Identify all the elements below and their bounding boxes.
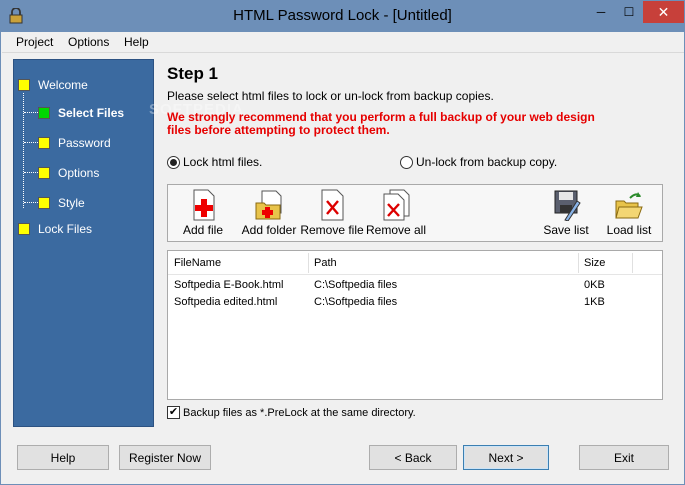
tree-connector — [23, 93, 24, 208]
step-marker-icon — [18, 79, 30, 91]
menu-options[interactable]: Options — [68, 35, 109, 49]
sidebar-item-label: Select Files — [58, 106, 125, 120]
title-bar[interactable]: HTML Password Lock - [Untitled] ─ ☐ ✕ — [1, 1, 684, 32]
radio-selected-icon[interactable] — [167, 155, 180, 169]
warning-line: files before attempting to protect them. — [167, 123, 390, 137]
column-header-path[interactable]: Path — [314, 257, 337, 269]
cell-size: 1KB — [584, 296, 605, 308]
table-row[interactable]: Softpedia E-Book.html C:\Softpedia files… — [168, 278, 662, 294]
add-file-icon — [193, 189, 215, 221]
sidebar-item-label: Options — [58, 166, 100, 180]
maximize-button[interactable]: ☐ — [615, 1, 643, 23]
step-marker-icon — [38, 137, 50, 149]
sidebar-item-password[interactable]: Password — [38, 134, 111, 152]
tree-connector — [24, 112, 38, 113]
sidebar-item-select-files[interactable]: Select Files — [38, 104, 124, 122]
sidebar-item-label: Password — [58, 136, 111, 150]
sidebar-item-style[interactable]: Style — [38, 194, 85, 212]
page-title: Step 1 — [167, 64, 219, 83]
remove-all-icon — [383, 189, 410, 221]
open-folder-icon — [615, 192, 643, 219]
register-now-button[interactable]: Register Now — [119, 445, 211, 470]
backup-warning: We strongly recommend that you perform a… — [167, 111, 685, 137]
file-toolbar: Add file Add folder Remove file Remove a… — [167, 184, 663, 242]
next-button[interactable]: Next > — [463, 445, 549, 470]
backup-option[interactable]: ✔ Backup files as *.PreLock at the same … — [167, 406, 416, 419]
step-marker-icon — [18, 223, 30, 235]
load-list-label: Load list — [606, 223, 652, 237]
softpedia-watermark: SOFTPEDIA — [149, 101, 244, 118]
backup-checkbox[interactable]: ✔ — [167, 406, 180, 419]
save-list-icon — [554, 190, 581, 221]
lock-radio[interactable]: Lock html files. — [167, 155, 262, 169]
column-header-filename[interactable]: FileName — [174, 257, 221, 269]
cell-filename: Softpedia E-Book.html — [174, 279, 284, 291]
menu-project[interactable]: Project — [16, 35, 53, 49]
tree-connector — [24, 172, 38, 173]
remove-file-button[interactable]: Remove file — [300, 189, 364, 239]
step-marker-active-icon — [38, 107, 50, 119]
exit-button[interactable]: Exit — [579, 445, 669, 470]
column-divider[interactable] — [308, 253, 309, 273]
column-divider[interactable] — [632, 253, 633, 273]
tree-connector — [24, 202, 38, 203]
tree-connector — [24, 142, 38, 143]
remove-file-icon — [321, 189, 344, 221]
close-button[interactable]: ✕ — [643, 1, 684, 23]
minimize-button[interactable]: ─ — [587, 1, 615, 23]
add-folder-button[interactable]: Add folder — [236, 189, 302, 239]
remove-file-label: Remove file — [300, 223, 364, 237]
load-list-button[interactable]: Load list — [602, 189, 656, 239]
sidebar-item-welcome[interactable]: Welcome — [18, 76, 88, 94]
step-marker-icon — [38, 167, 50, 179]
cell-filename: Softpedia edited.html — [174, 296, 278, 308]
sidebar-item-lock-files[interactable]: Lock Files — [18, 220, 92, 238]
column-divider[interactable] — [578, 253, 579, 273]
file-table[interactable]: FileName Path Size Softpedia E-Book.html… — [167, 250, 663, 400]
add-file-label: Add file — [182, 223, 224, 237]
unlock-radio[interactable]: Un-lock from backup copy. — [400, 155, 557, 169]
sidebar-item-label: Lock Files — [38, 222, 93, 236]
column-header-size[interactable]: Size — [584, 257, 605, 269]
sidebar-item-label: Style — [58, 196, 85, 210]
cell-size: 0KB — [584, 279, 605, 291]
back-button[interactable]: < Back — [369, 445, 457, 470]
add-folder-label: Add folder — [241, 223, 297, 237]
sidebar-item-label: Welcome — [38, 78, 88, 92]
remove-all-label: Remove all — [365, 223, 427, 237]
app-window: HTML Password Lock - [Untitled] ─ ☐ ✕ Pr… — [0, 0, 685, 485]
save-list-label: Save list — [543, 223, 589, 237]
lock-radio-label: Lock html files. — [183, 155, 263, 169]
table-header: FileName Path Size — [168, 251, 662, 275]
window-title: HTML Password Lock - [Untitled] — [233, 7, 452, 24]
table-row[interactable]: Softpedia edited.html C:\Softpedia files… — [168, 295, 662, 311]
help-button[interactable]: Help — [17, 445, 109, 470]
menu-bar: Project Options Help — [2, 32, 684, 53]
radio-unselected-icon[interactable] — [400, 155, 413, 169]
cell-path: C:\Softpedia files — [314, 279, 398, 291]
add-file-button[interactable]: Add file — [174, 189, 232, 239]
wizard-sidebar: Welcome Select Files Password Options St… — [13, 59, 154, 427]
add-folder-icon — [255, 190, 282, 220]
sidebar-item-options[interactable]: Options — [38, 164, 99, 182]
unlock-radio-label: Un-lock from backup copy. — [416, 155, 558, 169]
save-list-button[interactable]: Save list — [540, 189, 592, 239]
remove-all-button[interactable]: Remove all — [366, 189, 426, 239]
cell-path: C:\Softpedia files — [314, 296, 398, 308]
menu-help[interactable]: Help — [124, 35, 149, 49]
backup-checkbox-label: Backup files as *.PreLock at the same di… — [183, 406, 416, 419]
step-marker-icon — [38, 197, 50, 209]
